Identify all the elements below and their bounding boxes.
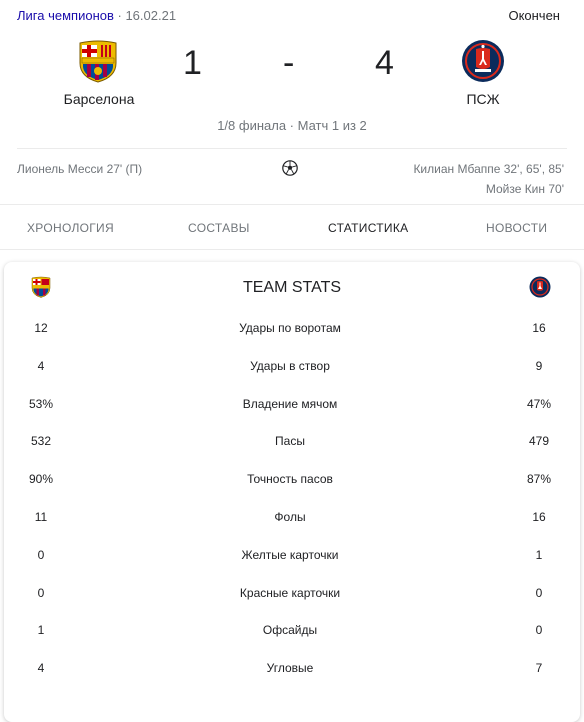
tab-bar: Хронология Составы Статистика Новости	[0, 204, 584, 250]
stat-row: 0 Желтые карточки 1	[0, 548, 584, 568]
stat-home-value: 90%	[28, 472, 54, 486]
stat-label: Пасы	[275, 434, 305, 448]
stat-home-value: 11	[34, 510, 48, 524]
stat-away-value: 1	[535, 548, 543, 562]
away-scorer: Килиан Мбаппе 32', 65', 85'	[413, 162, 564, 176]
home-scorer: Лионель Месси 27' (П)	[17, 162, 143, 176]
match-date: · 16.02.21	[117, 8, 177, 23]
stat-away-value: 87%	[526, 472, 552, 486]
tab-news[interactable]: Новости	[486, 221, 547, 235]
stat-row: 53% Владение мячом 47%	[0, 397, 584, 417]
stat-away-value: 0	[535, 586, 543, 600]
away-scorer: Мойзе Кин 70'	[485, 182, 564, 196]
stat-row: 0 Красные карточки 0	[0, 586, 584, 606]
league-name[interactable]: Лига чемпионов	[17, 8, 114, 23]
score-separator: -	[283, 44, 295, 82]
stat-label: Офсайды	[262, 623, 318, 637]
stat-home-value: 4	[37, 661, 45, 675]
match-status: Окончен	[508, 8, 560, 23]
stat-away-value: 9	[535, 359, 543, 373]
stat-label: Удары в створ	[250, 359, 330, 373]
stats-title: TEAM STATS	[242, 279, 342, 296]
stat-label: Удары по воротам	[239, 321, 341, 335]
stat-away-value: 479	[528, 434, 550, 448]
stat-away-value: 16	[532, 321, 546, 335]
stat-home-value: 53%	[28, 397, 54, 411]
away-score: 4	[375, 44, 394, 82]
psg-crest-small	[529, 276, 551, 298]
stat-label: Угловые	[266, 661, 314, 675]
stat-label: Желтые карточки	[241, 548, 339, 562]
stat-label: Точность пасов	[247, 472, 333, 486]
tab-stats[interactable]: Статистика	[328, 221, 408, 235]
home-team-name[interactable]: Барселона	[29, 91, 169, 107]
psg-crest[interactable]	[461, 39, 505, 83]
stat-home-value: 12	[34, 321, 48, 335]
stat-label: Фолы	[274, 510, 306, 524]
stat-row: 12 Удары по воротам 16	[0, 321, 584, 341]
soccer-ball-icon	[282, 160, 298, 176]
stat-home-value: 0	[37, 548, 45, 562]
stat-away-value: 16	[532, 510, 546, 524]
stat-row: 11 Фолы 16	[0, 510, 584, 530]
stat-row: 1 Офсайды 0	[0, 623, 584, 643]
stat-away-value: 0	[535, 623, 543, 637]
stat-row: 4 Удары в створ 9	[0, 359, 584, 379]
stat-home-value: 0	[37, 586, 45, 600]
away-team-name[interactable]: ПСЖ	[413, 91, 553, 107]
stat-home-value: 1	[37, 623, 45, 637]
stat-away-value: 7	[535, 661, 543, 675]
stat-away-value: 47%	[526, 397, 552, 411]
stat-home-value: 532	[30, 434, 52, 448]
tab-lineups[interactable]: Составы	[188, 221, 250, 235]
stat-label: Владение мячом	[242, 397, 338, 411]
divider	[17, 148, 567, 149]
tab-timeline[interactable]: Хронология	[27, 221, 114, 235]
stat-label: Красные карточки	[239, 586, 341, 600]
league-link[interactable]: Лига чемпионов · 16.02.21	[17, 8, 176, 23]
stat-row: 90% Точность пасов 87%	[0, 472, 584, 492]
home-score: 1	[183, 44, 202, 82]
barcelona-crest[interactable]	[76, 39, 120, 83]
stat-row: 532 Пасы 479	[0, 434, 584, 454]
stat-home-value: 4	[37, 359, 45, 373]
stat-row: 4 Угловые 7	[0, 661, 584, 681]
match-stage: 1/8 финала · Матч 1 из 2	[217, 118, 367, 133]
